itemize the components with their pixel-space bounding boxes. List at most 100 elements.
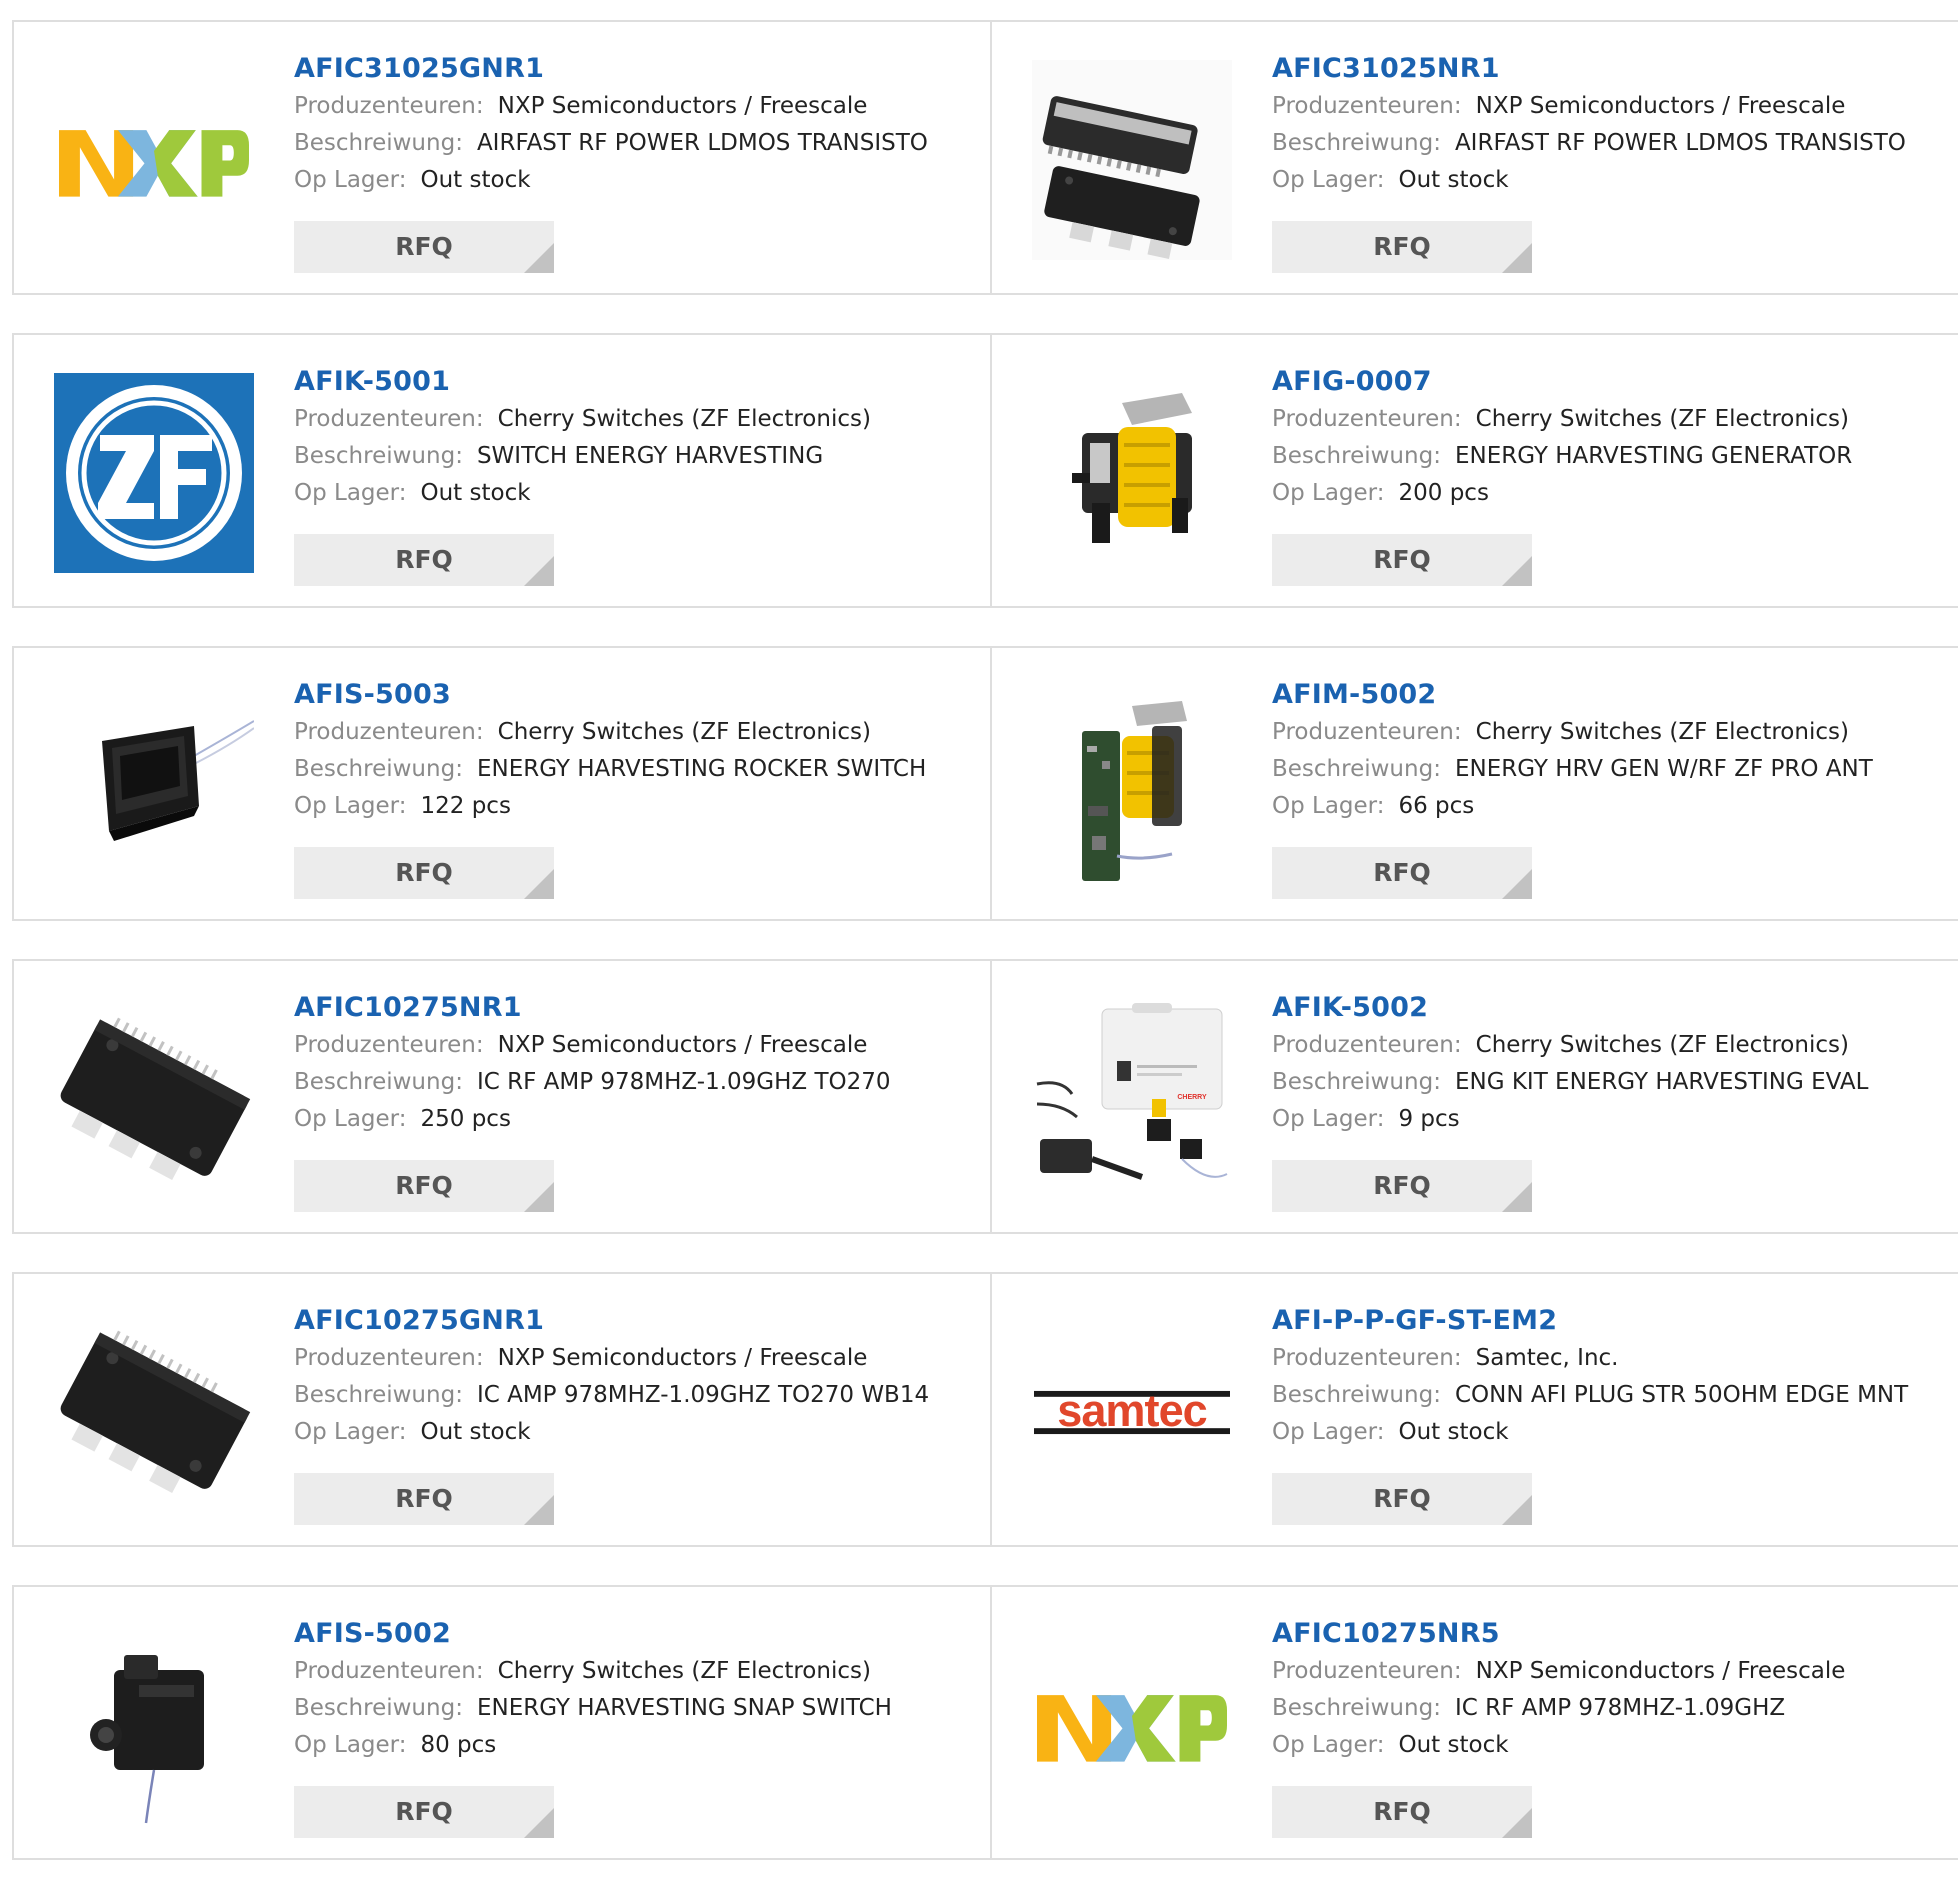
description-label: Beschreiwung: xyxy=(1272,1069,1441,1095)
manufacturer-row: Produzenteuren: Cherry Switches (ZF Elect… xyxy=(294,714,980,751)
description-row: Beschreiwung: IC AMP 978MHZ-1.09GHZ TO270… xyxy=(294,1377,980,1414)
rfq-button-label: RFQ xyxy=(395,232,453,261)
description-label: Beschreiwung: xyxy=(294,1382,463,1408)
part-number-link[interactable]: AFIK-5001 xyxy=(294,363,980,401)
stock-value: Out stock xyxy=(420,167,531,193)
part-number-link[interactable]: AFIC31025NR1 xyxy=(1272,50,1948,88)
part-number-link[interactable]: AFIC10275NR1 xyxy=(294,989,980,1027)
manufacturer-row: Produzenteuren: NXP Semiconductors / Free… xyxy=(1272,1653,1948,1690)
manufacturer-value: Samtec, Inc. xyxy=(1475,1345,1619,1371)
product-image-zf-logo[interactable] xyxy=(54,373,254,573)
rfq-button-label: RFQ xyxy=(395,1484,453,1513)
rfq-button[interactable]: RFQ xyxy=(294,1160,554,1212)
stock-row: Op Lager: Out stock xyxy=(294,162,980,199)
description-label: Beschreiwung: xyxy=(294,1069,463,1095)
svg-text:CHERRY: CHERRY xyxy=(1177,1094,1207,1101)
product-info: AFIC10275NR1 Produzenteuren: NXP Semicond… xyxy=(294,989,980,1138)
product-info: AFIK-5001 Produzenteuren: Cherry Switches… xyxy=(294,363,980,512)
stock-row: Op Lager: Out stock xyxy=(1272,1727,1948,1764)
description-row: Beschreiwung: AIRFAST RF POWER LDMOS TRAN… xyxy=(294,125,980,162)
description-label: Beschreiwung: xyxy=(1272,1695,1441,1721)
rfq-button[interactable]: RFQ xyxy=(294,534,554,586)
manufacturer-label: Produzenteuren: xyxy=(1272,1345,1462,1371)
stock-row: Op Lager: 66 pcs xyxy=(1272,788,1948,825)
manufacturer-row: Produzenteuren: NXP Semiconductors / Free… xyxy=(294,1340,980,1377)
rfq-button[interactable]: RFQ xyxy=(294,847,554,899)
rfq-button[interactable]: RFQ xyxy=(294,221,554,273)
part-number-link[interactable]: AFIS-5002 xyxy=(294,1615,980,1653)
stock-label: Op Lager: xyxy=(1272,1106,1385,1132)
description-label: Beschreiwung: xyxy=(1272,756,1441,782)
description-row: Beschreiwung: ENERGY HARVESTING SNAP SWIT… xyxy=(294,1690,980,1727)
description-label: Beschreiwung: xyxy=(294,1695,463,1721)
stock-value: Out stock xyxy=(1398,1732,1509,1758)
stock-value: 122 pcs xyxy=(420,793,511,819)
product-image-rocker-switch[interactable] xyxy=(54,686,254,886)
product-image-nxp-logo[interactable]: NXP xyxy=(54,60,254,260)
description-value: AIRFAST RF POWER LDMOS TRANSISTO xyxy=(1454,130,1906,156)
rfq-button[interactable]: RFQ xyxy=(1272,534,1532,586)
manufacturer-value: Cherry Switches (ZF Electronics) xyxy=(1475,406,1849,432)
stock-label: Op Lager: xyxy=(294,1419,407,1445)
stock-row: Op Lager: Out stock xyxy=(294,1414,980,1451)
part-number-link[interactable]: AFIC31025GNR1 xyxy=(294,50,980,88)
manufacturer-label: Produzenteuren: xyxy=(294,93,484,119)
product-card: AFIC10275GNR1 Produzenteuren: NXP Semicon… xyxy=(14,1274,992,1545)
product-image-energy-harvesting-generator[interactable] xyxy=(1032,373,1232,573)
manufacturer-value: NXP Semiconductors / Freescale xyxy=(1475,93,1846,119)
part-number-link[interactable]: AFIC10275GNR1 xyxy=(294,1302,980,1340)
product-info: AFIC31025GNR1 Produzenteuren: NXP Semicon… xyxy=(294,50,980,199)
product-card: CHERRY AFIK-5002 Produzenteuren: Cherry S… xyxy=(992,961,1958,1232)
stock-row: Op Lager: 122 pcs xyxy=(294,788,980,825)
product-card: AFIC31025NR1 Produzenteuren: NXP Semicond… xyxy=(992,22,1958,293)
product-info: AFIC10275GNR1 Produzenteuren: NXP Semicon… xyxy=(294,1302,980,1451)
rfq-button-label: RFQ xyxy=(395,1797,453,1826)
product-card: AFIG-0007 Produzenteuren: Cherry Switches… xyxy=(992,335,1958,606)
stock-value: 80 pcs xyxy=(420,1732,497,1758)
rfq-button[interactable]: RFQ xyxy=(1272,221,1532,273)
part-number-link[interactable]: AFIM-5002 xyxy=(1272,676,1948,714)
rfq-button[interactable]: RFQ xyxy=(1272,1473,1532,1525)
part-number-link[interactable]: AFIK-5002 xyxy=(1272,989,1948,1027)
part-number-link[interactable]: AFIC10275NR5 xyxy=(1272,1615,1948,1653)
product-image-rf-transistor-package-pair[interactable] xyxy=(1032,60,1232,260)
product-row: AFIK-5001 Produzenteuren: Cherry Switches… xyxy=(12,333,1958,608)
description-label: Beschreiwung: xyxy=(294,443,463,469)
part-number-link[interactable]: AFI-P-P-GF-ST-EM2 xyxy=(1272,1302,1948,1340)
description-row: Beschreiwung: IC RF AMP 978MHZ-1.09GHZ TO… xyxy=(294,1064,980,1101)
part-number-link[interactable]: AFIG-0007 xyxy=(1272,363,1948,401)
product-image-samtec-logo[interactable]: samtec xyxy=(1032,1312,1232,1512)
manufacturer-label: Produzenteuren: xyxy=(1272,1658,1462,1684)
part-number-link[interactable]: AFIS-5003 xyxy=(294,676,980,714)
description-value: IC RF AMP 978MHZ-1.09GHZ TO270 xyxy=(476,1069,891,1095)
rfq-button-label: RFQ xyxy=(1373,858,1431,887)
product-image-to270-package[interactable] xyxy=(54,1312,254,1512)
product-info: AFIS-5002 Produzenteuren: Cherry Switches… xyxy=(294,1615,980,1764)
manufacturer-label: Produzenteuren: xyxy=(294,719,484,745)
product-image-to270-package[interactable] xyxy=(54,999,254,1199)
description-value: ENERGY HARVESTING GENERATOR xyxy=(1454,443,1853,469)
stock-row: Op Lager: 80 pcs xyxy=(294,1727,980,1764)
rfq-button[interactable]: RFQ xyxy=(1272,1786,1532,1838)
product-image-snap-switch[interactable] xyxy=(54,1625,254,1825)
product-row: AFIS-5002 Produzenteuren: Cherry Switches… xyxy=(12,1585,1958,1860)
rfq-button[interactable]: RFQ xyxy=(294,1786,554,1838)
product-grid: NXP AFIC31025GNR1 Produzenteuren: NXP Sem… xyxy=(12,20,1958,1898)
product-image-generator-module-pcb[interactable] xyxy=(1032,686,1232,886)
product-image-eval-kit-case[interactable]: CHERRY xyxy=(1032,999,1232,1199)
manufacturer-value: Cherry Switches (ZF Electronics) xyxy=(497,406,871,432)
product-image-nxp-logo[interactable]: NXP xyxy=(1032,1625,1232,1825)
description-value: ENERGY HARVESTING ROCKER SWITCH xyxy=(476,756,927,782)
manufacturer-row: Produzenteuren: NXP Semiconductors / Free… xyxy=(294,88,980,125)
product-card: NXP AFIC10275NR5 Produzenteuren: NXP Semi… xyxy=(992,1587,1958,1858)
rfq-button[interactable]: RFQ xyxy=(1272,847,1532,899)
rfq-button[interactable]: RFQ xyxy=(294,1473,554,1525)
corner-fold-icon xyxy=(1502,243,1532,273)
corner-fold-icon xyxy=(524,1495,554,1525)
stock-value: Out stock xyxy=(1398,167,1509,193)
corner-fold-icon xyxy=(1502,556,1532,586)
corner-fold-icon xyxy=(1502,869,1532,899)
description-label: Beschreiwung: xyxy=(1272,443,1441,469)
rfq-button[interactable]: RFQ xyxy=(1272,1160,1532,1212)
product-card: AFIM-5002 Produzenteuren: Cherry Switches… xyxy=(992,648,1958,919)
